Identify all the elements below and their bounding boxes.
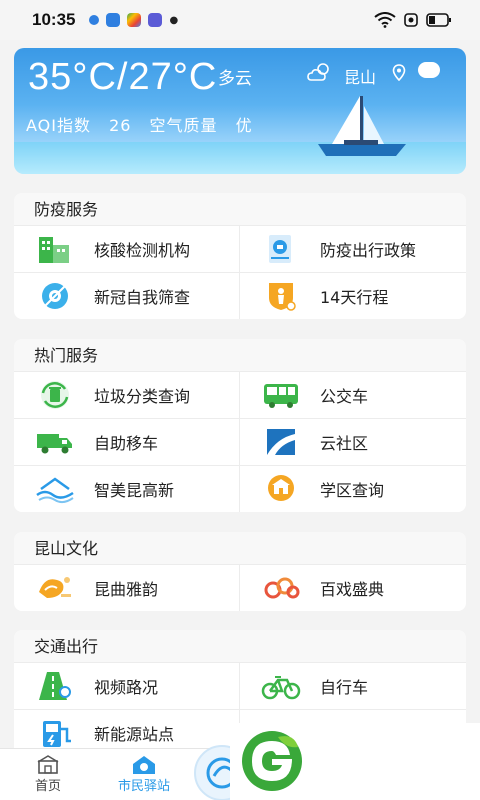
location-pin-icon[interactable] bbox=[392, 64, 406, 82]
grid-item-zhimei-kungaoxin[interactable]: 智美昆高新 bbox=[14, 465, 240, 512]
status-bar: 10:35 ● bbox=[0, 0, 480, 40]
bus-icon bbox=[260, 378, 302, 412]
air-quality-value: 优 bbox=[235, 116, 253, 135]
grid-item-video-traffic[interactable]: 视频路况 bbox=[14, 662, 240, 709]
road-camera-icon bbox=[34, 669, 76, 703]
bicycle-icon bbox=[260, 669, 302, 703]
aqi-label: AQI指数 bbox=[26, 116, 91, 135]
watermark-overlay bbox=[230, 723, 480, 800]
section-title: 防疫服务 bbox=[14, 193, 466, 225]
section-epidemic-services: 防疫服务 核酸检测机构 防疫出行政策 新冠自我筛查 14天行程 bbox=[14, 193, 466, 319]
opera-festival-icon bbox=[260, 571, 302, 605]
grid-item-label: 新能源站点 bbox=[94, 725, 175, 744]
truck-icon bbox=[34, 425, 76, 459]
nav-home-label: 首页 bbox=[34, 779, 61, 794]
itinerary-shield-icon bbox=[260, 279, 302, 313]
weather-banner[interactable]: 35°C/27°C 多云 昆山 AQI指数 26 空气质量 优 bbox=[14, 48, 466, 174]
battery-icon bbox=[426, 13, 451, 27]
section-title: 交通出行 bbox=[14, 630, 466, 662]
air-quality-label: 空气质量 bbox=[149, 116, 218, 135]
more-dot-icon: ● bbox=[169, 14, 179, 26]
grid-item-label: 学区查询 bbox=[320, 481, 385, 500]
grid-item-label: 百戏盛典 bbox=[320, 580, 385, 599]
status-notification-icons: ● bbox=[89, 13, 178, 27]
status-indicators bbox=[374, 12, 452, 28]
grid-item-label: 新冠自我筛查 bbox=[94, 288, 191, 307]
grid-item-self-move-car[interactable]: 自助移车 bbox=[14, 418, 240, 465]
grid-item-kunqu-opera[interactable]: 昆曲雅韵 bbox=[14, 564, 240, 611]
grid-item-label: 垃圾分类查询 bbox=[94, 387, 191, 406]
grid-item-baixi-festival[interactable]: 百戏盛典 bbox=[240, 564, 466, 611]
grid-item-14-day-itinerary[interactable]: 14天行程 bbox=[240, 272, 466, 319]
section-title: 昆山文化 bbox=[14, 532, 466, 564]
weather-condition: 多云 bbox=[218, 69, 252, 89]
grid-item-nucleic-test-agency[interactable]: 核酸检测机构 bbox=[14, 225, 240, 272]
temperature-range: 35°C/27°C bbox=[28, 56, 218, 98]
city-name[interactable]: 昆山 bbox=[344, 64, 376, 88]
app-notification-icon bbox=[89, 15, 100, 25]
school-district-icon bbox=[260, 472, 302, 506]
grid-item-bus[interactable]: 公交车 bbox=[240, 371, 466, 418]
status-time: 10:35 bbox=[32, 10, 76, 29]
sailboat-illustration bbox=[318, 96, 406, 156]
section-title: 热门服务 bbox=[14, 339, 466, 371]
wifi-icon bbox=[374, 12, 396, 28]
grid-item-label: 云社区 bbox=[320, 434, 369, 453]
app-notification-icon bbox=[148, 13, 163, 27]
grid-item-cloud-community[interactable]: 云社区 bbox=[240, 418, 466, 465]
aqi-row: AQI指数 26 空气质量 优 bbox=[26, 112, 265, 136]
grid-item-travel-policy[interactable]: 防疫出行政策 bbox=[240, 225, 466, 272]
home-icon bbox=[37, 755, 59, 774]
grid-item-label: 视频路况 bbox=[94, 678, 159, 697]
grid-item-label: 自助移车 bbox=[94, 434, 159, 453]
grid-item-label: 自行车 bbox=[320, 678, 369, 697]
grid-item-label: 智美昆高新 bbox=[94, 481, 175, 500]
aqi-value: 26 bbox=[109, 116, 132, 135]
home-wave-icon bbox=[34, 472, 76, 506]
switch-icon[interactable] bbox=[418, 62, 440, 78]
app-notification-icon bbox=[106, 13, 121, 27]
cloud-community-icon bbox=[260, 425, 302, 459]
section-popular-services: 热门服务 垃圾分类查询 公交车 自助移车 云社区 智美昆高新 学区查询 bbox=[14, 339, 466, 512]
virus-icon bbox=[34, 279, 76, 313]
nav-citizen-station-label: 市民驿站 bbox=[117, 779, 170, 794]
grid-item-label: 14天行程 bbox=[320, 288, 389, 307]
recycle-bin-icon bbox=[34, 378, 76, 412]
play-store-icon bbox=[127, 13, 142, 27]
grid-item-garbage-sorting[interactable]: 垃圾分类查询 bbox=[14, 371, 240, 418]
grid-item-school-district[interactable]: 学区查询 bbox=[240, 465, 466, 512]
grid-item-label: 公交车 bbox=[320, 387, 369, 406]
policy-document-icon bbox=[260, 232, 302, 266]
cloudy-icon bbox=[307, 63, 329, 81]
grid-item-label: 核酸检测机构 bbox=[94, 241, 191, 260]
building-icon bbox=[34, 232, 76, 266]
grid-item-self-screening[interactable]: 新冠自我筛查 bbox=[14, 272, 240, 319]
grid-item-label: 防疫出行政策 bbox=[320, 241, 417, 260]
grid-item-label: 昆曲雅韵 bbox=[94, 580, 159, 599]
grid-item-bicycle[interactable]: 自行车 bbox=[240, 662, 466, 709]
screen-record-icon bbox=[404, 13, 418, 27]
nav-citizen-station[interactable]: 市民驿站 bbox=[96, 749, 192, 800]
g-leaf-logo-icon bbox=[242, 731, 302, 791]
citizen-station-icon bbox=[133, 756, 155, 774]
section-kunshan-culture: 昆山文化 昆曲雅韵 百戏盛典 bbox=[14, 532, 466, 611]
kunqu-opera-icon bbox=[34, 571, 76, 605]
charging-station-icon bbox=[34, 716, 76, 750]
nav-home[interactable]: 首页 bbox=[0, 749, 96, 800]
